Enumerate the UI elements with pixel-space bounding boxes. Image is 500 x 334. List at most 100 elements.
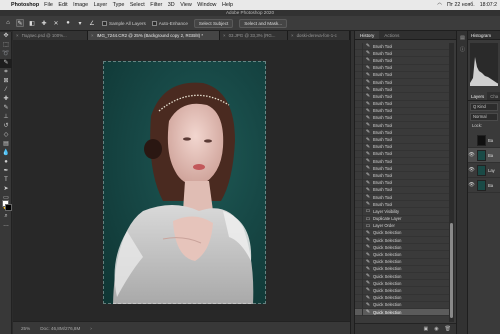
history-source-checkbox[interactable] [355, 164, 363, 172]
visibility-eye-icon[interactable]: 👁 [468, 182, 475, 188]
menubar-time[interactable]: 18:07:2 [480, 2, 497, 8]
history-source-checkbox[interactable] [355, 222, 363, 230]
history-item[interactable]: ✎ Brush Tool [355, 56, 449, 65]
menu-type[interactable]: Type [113, 2, 125, 8]
history-source-checkbox[interactable] [355, 78, 363, 86]
history-source-checkbox[interactable] [355, 121, 363, 129]
history-item[interactable]: ✎ Quick Selection [355, 301, 449, 309]
subtract-selection-icon[interactable]: ✕ [52, 19, 60, 27]
brush-size-icon[interactable]: ● [64, 19, 72, 27]
history-source-checkbox[interactable] [355, 215, 363, 223]
close-icon[interactable]: × [16, 33, 19, 38]
history-source-checkbox[interactable] [355, 128, 363, 136]
menu-file[interactable]: File [44, 2, 53, 8]
history-item[interactable]: ✎ Quick Selection [355, 258, 449, 266]
brush-tool-icon[interactable]: ✎ [0, 104, 12, 113]
history-item[interactable]: ✎ Quick Selection [355, 243, 449, 252]
history-item[interactable]: ✎ Brush Tool [355, 164, 449, 173]
layer-row[interactable]: 👁 Ba [468, 178, 500, 193]
brush-settings-icon[interactable]: ▾ [76, 19, 84, 27]
history-source-checkbox[interactable] [355, 56, 363, 64]
history-source-checkbox[interactable] [355, 157, 363, 165]
crop-tool-icon[interactable]: ⌗ [0, 68, 12, 77]
frame-tool-icon[interactable]: ⊠ [0, 77, 12, 86]
history-source-checkbox[interactable] [355, 265, 363, 273]
status-arrow-icon[interactable]: › [90, 326, 92, 331]
tab-actions[interactable]: Actions [379, 31, 404, 39]
menu-select[interactable]: Select [130, 2, 145, 8]
history-item[interactable]: ▭ Layer Visibility [355, 207, 449, 216]
history-item[interactable]: ✎ Brush Tool [355, 143, 449, 151]
blend-mode-select[interactable]: Normal [470, 113, 498, 121]
wifi-icon[interactable]: ◠ [437, 2, 442, 8]
history-item[interactable]: ✎ Quick Selection [355, 294, 449, 302]
background-color-swatch[interactable] [5, 204, 12, 211]
history-source-checkbox[interactable] [355, 179, 363, 187]
tab-history[interactable]: History [355, 31, 380, 39]
clone-stamp-tool-icon[interactable]: ⊥ [0, 113, 12, 122]
select-subject-button[interactable]: Select Subject [193, 18, 234, 28]
menu-filter[interactable]: Filter [150, 2, 162, 8]
visibility-eye-icon[interactable]: 👁 [468, 152, 475, 158]
angle-icon[interactable]: ∠ [88, 19, 96, 27]
history-source-checkbox[interactable] [355, 251, 363, 259]
sample-all-layers-checkbox[interactable] [102, 20, 107, 26]
menu-3d[interactable]: 3D [168, 2, 175, 8]
history-source-checkbox[interactable] [355, 229, 363, 237]
history-item[interactable]: ✎ Brush Tool [355, 193, 449, 202]
history-item[interactable]: ✎ Quick Selection [355, 286, 449, 295]
history-source-checkbox[interactable] [355, 193, 363, 201]
menu-image[interactable]: Image [73, 2, 88, 8]
layer-row[interactable]: Ba [468, 133, 500, 148]
auto-enhance-checkbox[interactable] [151, 20, 157, 26]
history-item[interactable]: ✎ Brush Tool [355, 114, 449, 123]
history-item[interactable]: ✎ Brush Tool [355, 78, 449, 87]
marquee-tool-icon[interactable]: ⬚ [0, 41, 12, 50]
document-tab[interactable]: × doski-dereva-fon-1-c [288, 31, 350, 40]
history-item[interactable]: ✎ Quick Selection [355, 308, 449, 317]
add-to-selection-icon[interactable]: ✚ [40, 19, 48, 27]
blur-tool-icon[interactable]: 💧 [0, 149, 12, 158]
dodge-tool-icon[interactable]: ● [0, 158, 12, 167]
app-menu[interactable]: Photoshop [11, 2, 39, 8]
history-item[interactable]: ✎ Quick Selection [355, 279, 449, 288]
history-item[interactable]: ✎ Quick Selection [355, 272, 449, 281]
history-item[interactable]: ✎ Brush Tool [355, 136, 449, 144]
history-source-checkbox[interactable] [355, 100, 363, 108]
layer-kind-filter[interactable]: Q Kind [470, 103, 498, 111]
history-source-checkbox[interactable] [355, 186, 363, 194]
history-item[interactable]: ▭ Layer Order [355, 222, 449, 230]
history-brush-tool-icon[interactable]: ↺ [0, 122, 12, 131]
trash-icon[interactable]: 🗑 [445, 326, 451, 332]
history-source-checkbox[interactable] [355, 64, 363, 72]
history-source-checkbox[interactable] [355, 286, 363, 294]
type-tool-icon[interactable]: T [0, 176, 12, 185]
quick-selection-tool-icon[interactable]: ✎ [16, 19, 24, 27]
history-source-checkbox[interactable] [355, 308, 363, 316]
history-item[interactable]: ✎ Quick Selection [355, 265, 449, 273]
history-source-checkbox[interactable] [355, 136, 363, 144]
document-canvas[interactable] [103, 61, 266, 304]
history-source-checkbox[interactable] [355, 85, 363, 93]
new-document-from-state-icon[interactable]: ▣ [424, 326, 429, 332]
history-source-checkbox[interactable] [355, 171, 363, 179]
menu-layer[interactable]: Layer [94, 2, 108, 8]
healing-brush-tool-icon[interactable]: ✚ [0, 95, 12, 104]
history-source-checkbox[interactable] [355, 107, 363, 115]
lasso-tool-icon[interactable]: ➰ [0, 50, 12, 59]
close-icon[interactable]: × [91, 33, 94, 38]
eraser-tool-icon[interactable]: ◇ [0, 131, 12, 140]
history-item[interactable]: ✎ Brush Tool [355, 186, 449, 194]
history-item[interactable]: ✎ Brush Tool [355, 85, 449, 94]
history-item[interactable]: ✎ Quick Selection [355, 251, 449, 259]
close-icon[interactable]: × [291, 33, 294, 38]
path-selection-tool-icon[interactable]: ➤ [0, 185, 12, 194]
history-item[interactable]: ✎ Brush Tool [355, 49, 449, 58]
pen-tool-icon[interactable]: ✒ [0, 167, 12, 176]
tab-layers[interactable]: Layers [468, 92, 488, 100]
history-source-checkbox[interactable] [355, 236, 363, 244]
history-source-checkbox[interactable] [355, 71, 363, 79]
menu-edit[interactable]: Edit [58, 2, 67, 8]
history-item[interactable]: ✎ Brush Tool [355, 121, 449, 130]
history-item[interactable]: ✎ Quick Selection [355, 236, 449, 245]
